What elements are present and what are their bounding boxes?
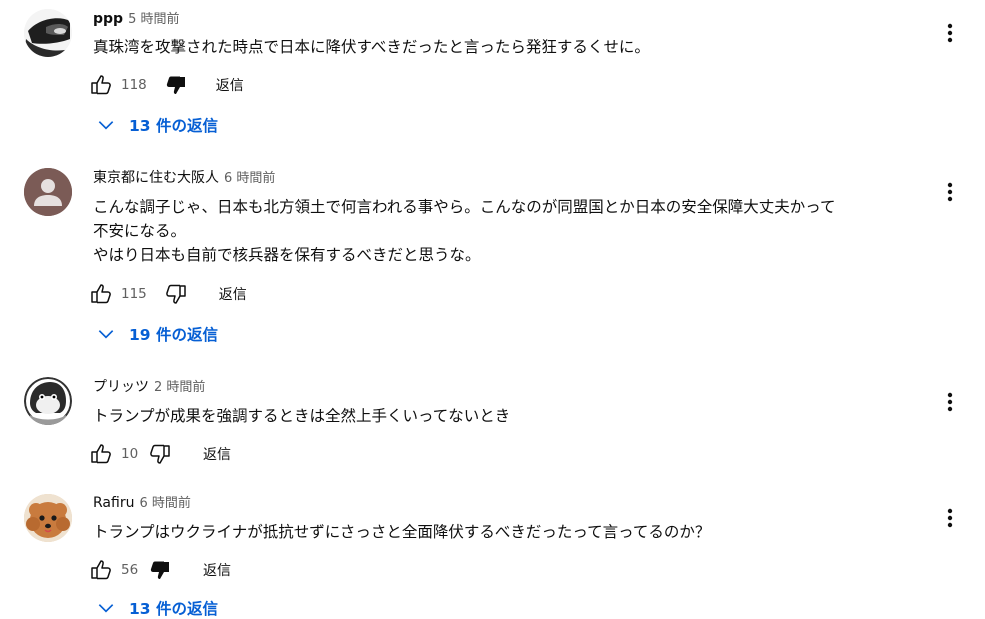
thumbs-down-filled-icon <box>166 76 185 94</box>
more-vert-icon <box>947 508 953 528</box>
comment-text: トランプはウクライナが抵抗せずにさっさと全面降伏するべきだったって言ってるのか？ <box>93 520 933 544</box>
author-line: Rafiru 6 時間前 <box>93 494 191 513</box>
comment-time[interactable]: 6 時間前 <box>139 496 190 511</box>
comment-actions: 115 返信 <box>88 281 247 307</box>
default-person-avatar-icon <box>24 168 72 216</box>
dislike-button[interactable] <box>147 557 173 583</box>
mask-avatar-icon <box>24 9 72 57</box>
more-vert-icon <box>947 182 953 202</box>
thumbs-down-icon <box>165 284 186 304</box>
avatar[interactable] <box>24 494 72 542</box>
author-name[interactable]: プリッツ <box>93 379 149 395</box>
author-name[interactable]: Rafiru <box>93 495 134 511</box>
comment-actions: 118 返信 <box>88 72 244 98</box>
comment-text-line: 不安になる。 <box>93 222 187 240</box>
replies-count-label: 19 件の返信 <box>129 326 218 344</box>
like-button[interactable] <box>88 557 114 583</box>
chevron-down-icon <box>98 121 114 130</box>
view-replies-button[interactable]: 19 件の返信 <box>96 323 218 345</box>
reply-button[interactable]: 返信 <box>219 284 247 304</box>
more-actions-button[interactable] <box>938 506 962 530</box>
comment-text: 真珠湾を攻撃された時点で日本に降伏すべきだったと言ったら発狂するくせに。 <box>93 35 933 59</box>
comment-actions: 56 返信 <box>88 557 231 583</box>
comment-text-line: 真珠湾を攻撃された時点で日本に降伏すべきだったと言ったら発狂するくせに。 <box>93 38 650 56</box>
reply-button[interactable]: 返信 <box>203 560 231 580</box>
view-replies-button[interactable]: 13 件の返信 <box>96 597 218 619</box>
reply-button[interactable]: 返信 <box>216 75 244 95</box>
dislike-button[interactable] <box>163 72 189 98</box>
like-button[interactable] <box>88 72 114 98</box>
comment-time[interactable]: 6 時間前 <box>224 171 275 186</box>
like-button[interactable] <box>88 441 114 467</box>
more-actions-button[interactable] <box>938 180 962 204</box>
comment-text: こんな調子じゃ、日本も北方領土で何言われる事やら。こんなのが同盟国とか日本の安全… <box>93 195 933 267</box>
like-count: 56 <box>121 562 139 578</box>
thumbs-down-filled-icon <box>150 561 169 579</box>
more-actions-button[interactable] <box>938 21 962 45</box>
dislike-button[interactable] <box>163 281 189 307</box>
replies-count-label: 13 件の返信 <box>129 117 218 135</box>
thumbs-up-icon <box>91 444 111 464</box>
dislike-button[interactable] <box>147 441 173 467</box>
thumbs-up-icon <box>91 75 111 95</box>
comment-text: トランプが成果を強調するときは全然上手くいってないとき <box>93 404 933 428</box>
comment-time[interactable]: 5 時間前 <box>128 12 179 27</box>
more-actions-button[interactable] <box>938 390 962 414</box>
comment-time[interactable]: 2 時間前 <box>154 380 205 395</box>
avatar[interactable] <box>24 9 72 57</box>
thumbs-up-icon <box>91 284 111 304</box>
comment-text-line: トランプはウクライナが抵抗せずにさっさと全面降伏するべきだったって言ってるのか？ <box>93 523 711 541</box>
view-replies-button[interactable]: 13 件の返信 <box>96 114 218 136</box>
poodle-dog-avatar-icon <box>24 494 72 542</box>
comment-text-line: やはり日本も自前で核兵器を保有するべきだと思うな。 <box>93 246 481 264</box>
thumbs-down-icon <box>150 444 170 464</box>
chevron-down-icon <box>98 604 114 613</box>
reply-button[interactable]: 返信 <box>203 444 231 464</box>
like-count: 115 <box>121 286 147 302</box>
avatar[interactable] <box>24 377 72 425</box>
avatar[interactable] <box>24 168 72 216</box>
author-line: 東京都に住む大阪人 6 時間前 <box>93 169 275 188</box>
penguin-avatar-icon <box>24 377 72 425</box>
comment-text-line: こんな調子じゃ、日本も北方領土で何言われる事やら。こんなのが同盟国とか日本の安全… <box>93 198 836 216</box>
chevron-down-icon <box>98 330 114 339</box>
comment-text-line: トランプが成果を強調するときは全然上手くいってないとき <box>93 407 511 425</box>
author-line: ppp 5 時間前 <box>93 10 179 29</box>
author-name[interactable]: 東京都に住む大阪人 <box>93 170 219 186</box>
more-vert-icon <box>947 23 953 43</box>
like-count: 118 <box>121 77 147 93</box>
thumbs-up-icon <box>91 560 111 580</box>
more-vert-icon <box>947 392 953 412</box>
replies-count-label: 13 件の返信 <box>129 600 218 618</box>
like-button[interactable] <box>88 281 114 307</box>
author-line: プリッツ 2 時間前 <box>93 378 205 397</box>
comment-actions: 10 返信 <box>88 441 231 467</box>
like-count: 10 <box>121 446 139 462</box>
author-name[interactable]: ppp <box>93 11 123 27</box>
